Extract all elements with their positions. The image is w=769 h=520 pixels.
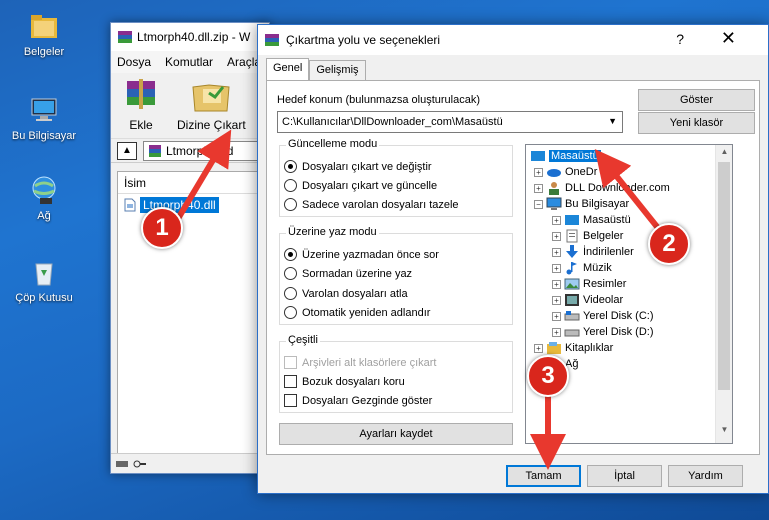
arrow-1	[173, 129, 232, 224]
step-badge-2: 2	[648, 223, 690, 265]
annotation-arrows	[173, 129, 661, 470]
step-badge-1: 1	[141, 207, 183, 249]
arrow-2	[594, 148, 661, 230]
step-badge-3: 3	[527, 355, 569, 397]
